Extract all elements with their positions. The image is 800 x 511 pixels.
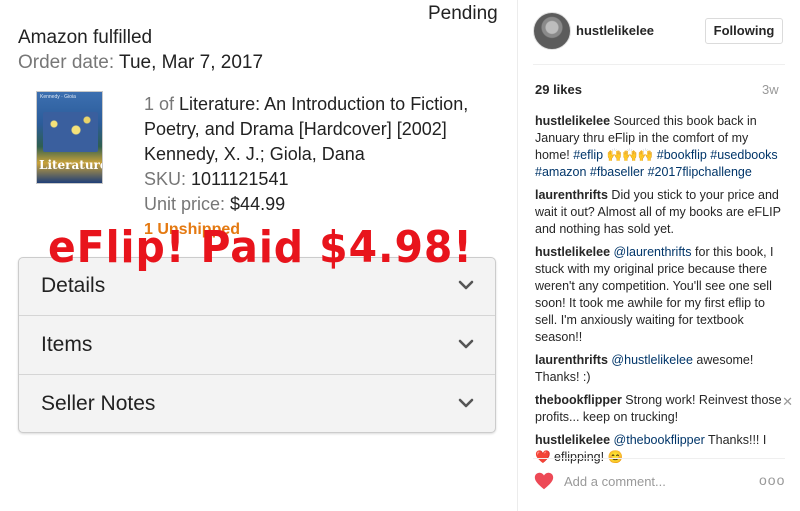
comment-mention[interactable]: @hustlelikelee	[611, 353, 692, 367]
accordion-seller-notes-label: Seller Notes	[41, 392, 156, 415]
order-status: Pending	[428, 3, 498, 24]
caption: hustlelikelee Sourced this book back in …	[535, 113, 785, 181]
accordion-seller-notes[interactable]: Seller Notes	[19, 376, 495, 434]
sku-label: SKU:	[144, 169, 187, 189]
comment-mention[interactable]: @laurenthrifts	[614, 245, 692, 259]
comment-input[interactable]: Add a comment...	[564, 474, 666, 489]
item-count: 1 of	[144, 94, 175, 114]
order-date: Order date: Tue, Mar 7, 2017	[18, 52, 263, 74]
list-item: hustlelikelee @laurenthrifts for this bo…	[535, 244, 785, 346]
comment-username[interactable]: thebookflipper	[535, 393, 622, 407]
footer-divider	[533, 458, 785, 459]
item-sku: SKU: 1011121541	[144, 167, 468, 192]
book-cover-title: Literature	[39, 158, 103, 172]
comment-list: hustlelikelee Sourced this book back in …	[535, 113, 793, 472]
order-date-label: Order date:	[18, 52, 115, 73]
book-cover-art	[43, 112, 98, 152]
more-options-icon[interactable]: ooo	[759, 472, 785, 488]
overlay-caption: eFlip! Paid $4.98!	[48, 222, 473, 273]
list-item: laurenthrifts Did you stick to your pric…	[535, 187, 785, 238]
delete-comment-icon[interactable]: ✕	[782, 393, 793, 410]
list-item: hustlelikelee @thebookflipper Thanks!!! …	[535, 432, 785, 466]
item-info: 1 of Literature: An Introduction to Fict…	[144, 92, 468, 242]
chevron-down-icon	[458, 339, 474, 349]
avatar[interactable]	[533, 12, 571, 50]
list-item: laurenthrifts @hustlelikelee awesome! Th…	[535, 352, 785, 386]
item-title-line1[interactable]: 1 of Literature: An Introduction to Fict…	[144, 92, 468, 117]
item-price: Unit price: $44.99	[144, 192, 468, 217]
comment-username[interactable]: laurenthrifts	[535, 188, 608, 202]
book-cover-authors: Kennedy · Gioia	[40, 94, 76, 100]
post-username[interactable]: hustlelikelee	[576, 23, 654, 38]
item-title[interactable]: Literature: An Introduction to Fiction,	[179, 94, 468, 114]
item-authors: Kennedy, X. J.; Giola, Dana	[144, 144, 365, 164]
accordion-items[interactable]: Items	[19, 317, 495, 375]
price-value: $44.99	[230, 194, 286, 214]
comment-mention[interactable]: @thebookflipper	[614, 433, 705, 447]
item-title-line2[interactable]: Poetry, and Drama [Hardcover] [2002]	[144, 117, 468, 142]
following-button[interactable]: Following	[705, 18, 783, 44]
order-accordion: Details Items Seller Notes	[18, 257, 496, 433]
header-divider	[533, 64, 785, 65]
sku-value: 1011121541	[191, 169, 289, 189]
chevron-down-icon	[458, 280, 474, 290]
comment-username[interactable]: hustlelikelee	[535, 114, 610, 128]
order-panel: Pending Amazon fulfilled Order date: Tue…	[0, 0, 517, 511]
likes-count[interactable]: 29 likes	[535, 82, 582, 97]
accordion-items-label: Items	[41, 333, 93, 356]
comment-username[interactable]: hustlelikelee	[535, 245, 610, 259]
accordion-details-label: Details	[41, 274, 106, 297]
comment-text: for this book, I stuck with my original …	[535, 245, 774, 344]
list-item: thebookflipper Strong work! Reinvest tho…	[535, 392, 793, 426]
comment-username[interactable]: hustlelikelee	[535, 433, 610, 447]
heart-icon[interactable]	[533, 470, 555, 492]
comment-username[interactable]: laurenthrifts	[535, 353, 608, 367]
fulfillment-label: Amazon fulfilled	[18, 27, 153, 48]
post-panel: hustlelikelee Following 29 likes 3w hust…	[518, 0, 800, 511]
order-date-value: Tue, Mar 7, 2017	[119, 52, 264, 73]
post-time[interactable]: 3w	[762, 82, 779, 97]
chevron-down-icon	[458, 398, 474, 408]
price-label: Unit price:	[144, 194, 226, 214]
caption-hashtags[interactable]: #eflip 🙌🙌🙌 #bookflip #usedbooks #amazon …	[535, 148, 778, 179]
book-cover-image[interactable]: Kennedy · Gioia Literature	[36, 91, 103, 184]
